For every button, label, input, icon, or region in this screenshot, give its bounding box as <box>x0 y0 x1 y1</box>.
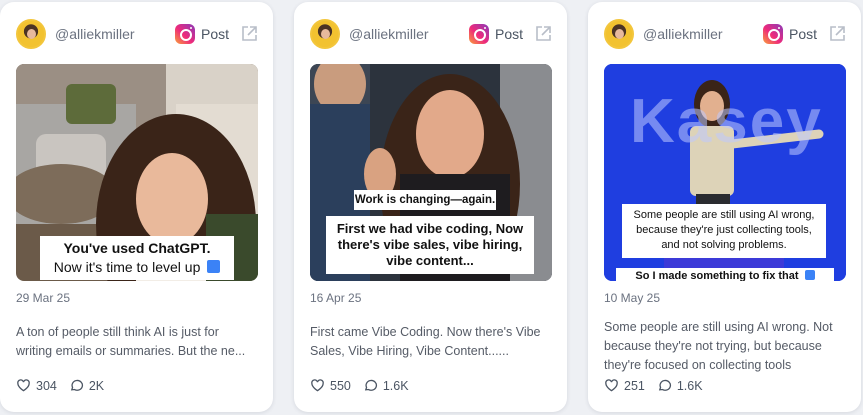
post-image[interactable]: Kasey Some people are still using AI wro… <box>604 64 846 281</box>
external-link-icon[interactable] <box>533 24 553 44</box>
likes-count: 304 <box>36 378 57 393</box>
likes-count: 550 <box>330 378 351 393</box>
comment-icon <box>364 379 377 391</box>
comment-icon <box>70 379 83 391</box>
stage-backdrop-text: Kasey <box>630 87 823 156</box>
instagram-post-link[interactable]: Post <box>468 24 523 44</box>
post-label: Post <box>494 26 523 42</box>
post-stats: 550 1.6K <box>310 378 421 393</box>
likes-count: 251 <box>624 378 645 393</box>
image-caption: You've used ChatGPT. Now it's time to le… <box>40 236 234 280</box>
post-grid: @alliekmiller Post You've used ChatGPT. … <box>0 0 863 415</box>
image-bottom-text: So I made something to fix that <box>616 268 834 281</box>
instagram-icon <box>174 24 195 44</box>
author-handle[interactable]: @alliekmiller <box>643 26 763 42</box>
post-card[interactable]: @alliekmiller Post Work is changing—agai… <box>294 2 567 412</box>
post-description[interactable]: Some people are still using AI wrong. No… <box>604 318 845 375</box>
post-description[interactable]: First came Vibe Coding. Now there's Vibe… <box>310 323 551 361</box>
comments-count: 1.6K <box>676 378 703 393</box>
external-link-icon[interactable] <box>827 24 847 44</box>
heart-icon <box>605 379 618 392</box>
author-handle[interactable]: @alliekmiller <box>349 26 469 42</box>
image-caption: Some people are still using AI wrong, be… <box>622 204 826 258</box>
post-description[interactable]: A ton of people still think AI is just f… <box>16 323 257 361</box>
comment-icon <box>658 379 671 391</box>
comments-stat[interactable]: 2K <box>69 378 104 393</box>
avatar[interactable] <box>604 19 634 49</box>
post-date: 16 Apr 25 <box>310 291 362 305</box>
image-caption: First we had vibe coding, Now there's vi… <box>326 216 534 274</box>
likes-stat[interactable]: 550 <box>310 378 351 393</box>
likes-stat[interactable]: 251 <box>604 378 645 393</box>
image-caption-line2: Now it's time to level up <box>53 259 201 275</box>
post-image[interactable]: Work is changing—again. First we had vib… <box>310 64 552 281</box>
post-card[interactable]: @alliekmiller Post Kasey Some people are… <box>588 2 861 412</box>
post-card[interactable]: @alliekmiller Post You've used ChatGPT. … <box>0 2 273 412</box>
post-label: Post <box>788 26 817 42</box>
post-date: 10 May 25 <box>604 291 661 305</box>
card-header: @alliekmiller Post <box>604 18 847 50</box>
external-link-icon[interactable] <box>239 24 259 44</box>
image-tag: Work is changing—again. <box>354 190 496 210</box>
post-label: Post <box>200 26 229 42</box>
post-image[interactable]: You've used ChatGPT. Now it's time to le… <box>16 64 258 281</box>
sparkle-icon <box>207 260 221 273</box>
card-header: @alliekmiller Post <box>310 18 553 50</box>
likes-stat[interactable]: 304 <box>16 378 57 393</box>
avatar[interactable] <box>310 19 340 49</box>
post-stats: 304 2K <box>16 378 116 393</box>
instagram-post-link[interactable]: Post <box>174 24 229 44</box>
instagram-icon <box>762 24 783 44</box>
author-handle[interactable]: @alliekmiller <box>55 26 175 42</box>
avatar[interactable] <box>16 19 46 49</box>
heart-icon <box>311 379 324 392</box>
image-caption-line1: You've used ChatGPT. <box>63 240 211 256</box>
comments-stat[interactable]: 1.6K <box>363 378 409 393</box>
sparkle-icon <box>804 270 815 280</box>
post-date: 29 Mar 25 <box>16 291 71 305</box>
instagram-post-link[interactable]: Post <box>762 24 817 44</box>
image-bottom-label: So I made something to fix that <box>635 270 799 281</box>
instagram-icon <box>468 24 489 44</box>
post-stats: 251 1.6K <box>604 378 715 393</box>
comments-stat[interactable]: 1.6K <box>657 378 703 393</box>
card-header: @alliekmiller Post <box>16 18 259 50</box>
comments-count: 1.6K <box>382 378 409 393</box>
heart-icon <box>17 379 30 392</box>
comments-count: 2K <box>88 378 105 393</box>
